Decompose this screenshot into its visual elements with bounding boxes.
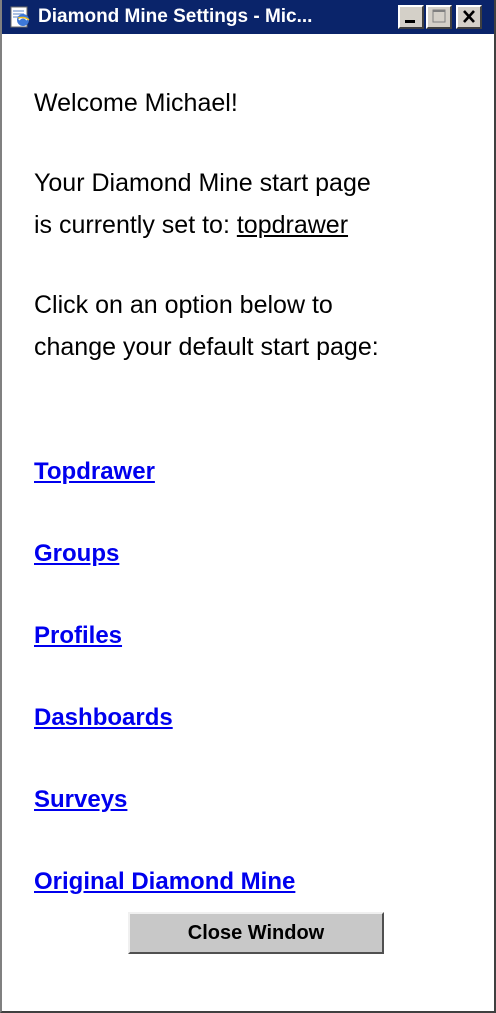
title-bar[interactable]: Diamond Mine Settings - Mic... bbox=[2, 0, 494, 34]
current-start-page: topdrawer bbox=[236, 211, 349, 239]
maximize-button[interactable] bbox=[426, 5, 452, 29]
option-link-profiles[interactable]: Profiles bbox=[34, 622, 122, 650]
minimize-icon bbox=[405, 20, 415, 23]
option-link-groups[interactable]: Groups bbox=[34, 540, 119, 568]
option-link-original-diamond-mine[interactable]: Original Diamond Mine bbox=[34, 868, 295, 896]
option-link-dashboards[interactable]: Dashboards bbox=[34, 704, 173, 732]
maximize-icon bbox=[432, 9, 446, 23]
close-button[interactable] bbox=[456, 5, 482, 29]
ie-page-icon bbox=[10, 6, 30, 28]
greeting-text: Welcome Michael! bbox=[34, 89, 238, 117]
close-icon bbox=[463, 10, 475, 23]
option-link-surveys[interactable]: Surveys bbox=[34, 786, 127, 814]
option-link-topdrawer[interactable]: Topdrawer bbox=[34, 458, 155, 486]
instructions-line-1: Click on an option below to bbox=[34, 291, 333, 319]
start-page-line-2: is currently set to: topdrawer bbox=[34, 206, 348, 244]
close-window-button[interactable]: Close Window bbox=[128, 912, 384, 954]
instructions-line-2: change your default start page: bbox=[34, 333, 379, 361]
start-page-prefix: is currently set to: bbox=[34, 211, 237, 239]
start-page-line-1: Your Diamond Mine start page bbox=[34, 169, 371, 197]
minimize-button[interactable] bbox=[398, 5, 424, 29]
window-title: Diamond Mine Settings - Mic... bbox=[38, 6, 313, 27]
browser-popup-window: Diamond Mine Settings - Mic... Welcome M… bbox=[0, 0, 496, 1013]
